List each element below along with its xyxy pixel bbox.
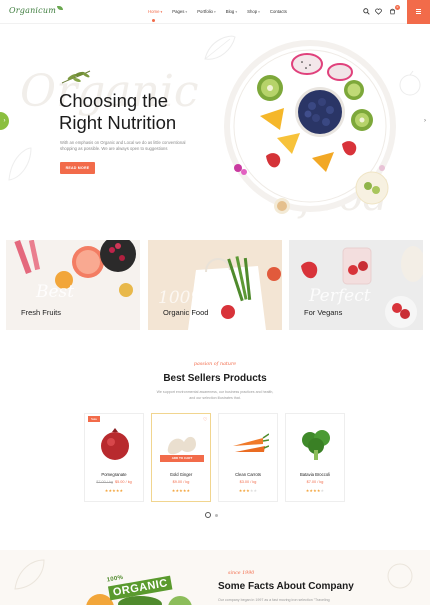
facts-text: Our company began in 1997 as a fast movi… (218, 598, 330, 602)
product-name: Clean Carrots (235, 472, 261, 477)
site-header: Organicum Home▾ Pages▾ Portfolio▾ Blog▾ … (0, 0, 430, 24)
hero-slider: Organic food › › Choosing the Right Nutr… (0, 24, 430, 236)
site-logo[interactable]: Organicum (9, 6, 64, 15)
active-nav-indicator (152, 19, 155, 22)
rating-stars: ★★★★★ (171, 489, 191, 493)
category-card-for-vegans[interactable]: Perfect For Vegans (289, 240, 423, 330)
product-price: $7.00 / kg (306, 480, 324, 484)
chevron-down-icon: ▾ (258, 10, 260, 14)
read-more-button[interactable]: READ MORE (60, 162, 95, 174)
product-name: Pomegranate (101, 472, 127, 477)
section-description: We support environmental awareness, our … (156, 390, 274, 400)
fruit-plate-image (224, 40, 396, 214)
main-nav: Home▾ Pages▾ Portfolio▾ Blog▾ Shop▾ Cont… (148, 9, 297, 14)
hero-description: With an emphasis on Organic and Local we… (60, 140, 186, 151)
category-label: For Vegans (304, 308, 343, 317)
broccoli-image (302, 430, 330, 460)
carousel-pagination (205, 512, 218, 518)
leaf-outline-icon (8, 147, 32, 181)
nav-item-contacts[interactable]: Contacts (270, 9, 287, 14)
category-label: Fresh Fruits (21, 308, 62, 317)
nav-item-pages[interactable]: Pages▾ (172, 9, 187, 14)
rating-stars: ★★★★★ (238, 489, 258, 493)
leaf-outline-icon (14, 559, 45, 590)
product-card[interactable]: Sale Pomegranate $7.00 / kg $5.00 / kg ★… (84, 413, 144, 502)
product-card[interactable]: ♡ ADD TO CART Gold Ginger $9.00 / kg ★★★… (151, 413, 211, 502)
section-subtitle: passion of nature (193, 362, 237, 367)
category-card-organic-food[interactable]: 100% Organic Food (148, 240, 282, 330)
product-card[interactable]: Clean Carrots $3.00 / kg ★★★★★ (218, 413, 278, 502)
slider-prev-button[interactable]: › (0, 112, 9, 130)
fruit-outline-icon (399, 70, 421, 96)
nav-item-shop[interactable]: Shop▾ (247, 9, 260, 14)
product-price: $7.00 / kg $5.00 / kg (96, 480, 132, 484)
olive-branch-icon (61, 70, 91, 84)
fruit-outline-icon (387, 563, 413, 589)
hero-title: Choosing the Right Nutrition (59, 90, 177, 133)
category-label: Organic Food (163, 308, 209, 317)
category-card-fresh-fruits[interactable]: Best Fresh Fruits (6, 240, 140, 330)
chevron-down-icon: ▾ (185, 10, 188, 14)
rating-stars: ★★★★★ (305, 489, 325, 493)
pagination-dot[interactable] (205, 512, 211, 518)
heart-icon[interactable] (374, 8, 382, 16)
product-name: Gold Ginger (169, 472, 193, 477)
heart-icon[interactable]: ♡ (203, 417, 207, 423)
nav-item-home[interactable]: Home▾ (148, 9, 162, 14)
nav-item-blog[interactable]: Blog▾ (226, 9, 237, 14)
search-icon[interactable] (362, 8, 370, 16)
pagination-dot[interactable] (215, 513, 218, 517)
sale-badge: Sale (88, 416, 100, 422)
nav-item-portfolio[interactable]: Portfolio▾ (197, 9, 216, 14)
facts-title: Some Facts About Company (218, 581, 354, 592)
slider-next-button[interactable]: › (424, 118, 426, 124)
facts-section (0, 550, 430, 605)
chevron-down-icon: ▾ (213, 10, 216, 14)
cart-count-badge: 0 (395, 5, 400, 10)
menu-icon (416, 9, 421, 10)
product-name: Batavia Broccoli (299, 472, 331, 477)
product-card[interactable]: Batavia Broccoli $7.00 / kg ★★★★★ (285, 413, 345, 502)
section-title: Best Sellers Products (163, 373, 267, 384)
facts-subtitle: since 1990 (228, 571, 255, 576)
pomegranate-image (101, 428, 129, 460)
leaf-icon (57, 6, 64, 10)
chevron-down-icon: ▾ (235, 10, 238, 14)
menu-button[interactable] (407, 0, 430, 24)
product-price: $3.00 / kg (239, 480, 257, 484)
carrots-image (233, 433, 269, 452)
add-to-cart-button[interactable]: ADD TO CART (160, 455, 204, 462)
rating-stars: ★★★★★ (104, 489, 124, 493)
product-price: $9.00 / kg (172, 480, 190, 484)
chevron-down-icon: ▾ (160, 10, 163, 14)
